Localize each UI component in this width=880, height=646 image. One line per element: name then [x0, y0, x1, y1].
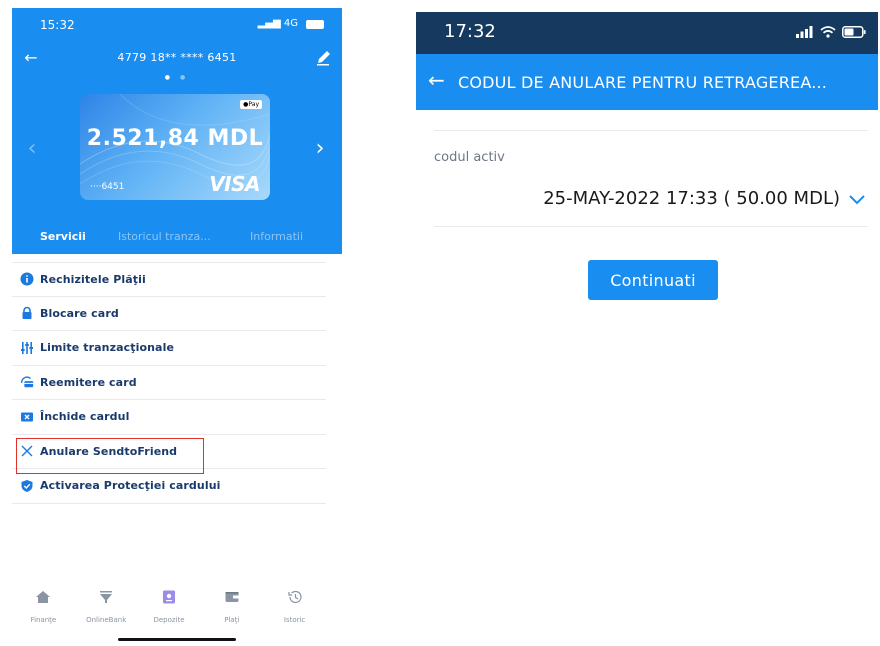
- battery-icon: [842, 26, 866, 38]
- history-icon: [287, 590, 302, 604]
- home-icon: [36, 591, 51, 603]
- menu-item-label: Rechizitele Plăţii: [40, 272, 146, 286]
- active-code-select[interactable]: 25-MAY-2022 17:33 ( 50.00 MDL): [434, 178, 868, 226]
- status-time: 17:32: [444, 21, 496, 42]
- close-box-icon: [20, 410, 34, 424]
- previous-card-chevron-icon[interactable]: ‹: [20, 136, 44, 161]
- nav-finante[interactable]: Finanţe: [15, 590, 71, 630]
- edit-pencil-icon[interactable]: [312, 48, 334, 68]
- tab-informatii[interactable]: Informatii: [250, 230, 303, 243]
- selected-code-value: 25-MAY-2022 17:33 ( 50.00 MDL): [543, 188, 840, 209]
- sliders-icon: [20, 341, 34, 355]
- nav-label: Finanţe: [30, 616, 57, 624]
- highlight-box: [16, 438, 204, 474]
- page-title: CODUL DE ANULARE PENTRU RETRAGEREA...: [458, 73, 828, 92]
- lock-icon: [20, 306, 34, 320]
- bank-card[interactable]: ●Pay 2.521,84 MDL ····6451 VISA: [80, 94, 270, 200]
- menu-item-activarea-protectiei[interactable]: Activarea Protecţiei cardului: [12, 469, 326, 504]
- signal-icon: [796, 26, 813, 38]
- network-label: 4G: [283, 18, 298, 29]
- shield-check-icon: [20, 479, 34, 493]
- status-bar: 17:32: [416, 12, 878, 54]
- visa-logo: VISA: [209, 172, 260, 196]
- card-header-panel: 15:32 ▂▄▆ 4G ← 4779 18** **** 6451 ● ● ‹…: [12, 8, 342, 254]
- deposit-icon: [162, 590, 175, 604]
- menu-item-blocare-card[interactable]: Blocare card: [12, 297, 326, 331]
- right-phone-screen: 17:32 ← CODUL DE ANULARE PENTRU RETRAGER…: [416, 12, 878, 312]
- continue-button[interactable]: Continuati: [588, 260, 718, 300]
- menu-item-label: Reemitere card: [40, 375, 137, 389]
- active-code-label: codul activ: [434, 150, 505, 165]
- menu-item-reemitere-card[interactable]: Reemitere card: [12, 366, 326, 400]
- nav-depozite[interactable]: Depozite: [141, 590, 197, 630]
- menu-item-inchide-cardul[interactable]: Închide cardul: [12, 400, 326, 435]
- carousel-dots: ● ●: [164, 74, 190, 81]
- card-last-digits: ····6451: [90, 182, 125, 192]
- status-bar: 15:32 ▂▄▆ 4G: [40, 18, 324, 34]
- nav-label: Plaţi: [224, 616, 240, 624]
- back-arrow-icon[interactable]: ←: [428, 68, 450, 92]
- next-card-chevron-icon[interactable]: ›: [308, 136, 332, 161]
- card-tabs: Servicii Istoricul tranza... Informatii: [12, 230, 342, 250]
- tab-istoricul-tranzactiilor[interactable]: Istoricul tranza...: [118, 230, 211, 243]
- home-indicator: [118, 638, 236, 641]
- menu-item-label: Închide cardul: [40, 410, 130, 424]
- battery-icon: [306, 20, 324, 29]
- left-phone-screen: 15:32 ▂▄▆ 4G ← 4779 18** **** 6451 ● ● ‹…: [12, 8, 342, 641]
- wifi-icon: [820, 26, 836, 38]
- funnel-icon: [100, 591, 113, 603]
- status-icons: [796, 24, 866, 40]
- nav-plati[interactable]: Plaţi: [204, 590, 260, 630]
- menu-item-label: Activarea Protecţiei cardului: [40, 479, 221, 493]
- card-header: ← 4779 18** **** 6451: [12, 48, 342, 70]
- bottom-navigation: Finanţe OnlineBank Depozite Plaţi Istori…: [12, 590, 326, 630]
- menu-item-label: Blocare card: [40, 306, 119, 320]
- nav-onlinebank[interactable]: OnlineBank: [78, 590, 134, 630]
- wallet-badge-label: Pay: [248, 101, 259, 108]
- divider: [434, 130, 868, 131]
- card-number: 4779 18** **** 6451: [117, 51, 237, 64]
- nav-label: Depozite: [153, 616, 185, 624]
- menu-item-rechizitele-platii[interactable]: Rechizitele Plăţii: [12, 262, 326, 297]
- network-indicator: ▂▄▆ 4G: [258, 18, 298, 29]
- tab-servicii[interactable]: Servicii: [40, 230, 86, 243]
- card-reissue-icon: [20, 375, 34, 389]
- apple-pay-badge: ●Pay: [240, 100, 262, 109]
- nav-label: Istoric: [283, 616, 306, 624]
- app-bar: ← CODUL DE ANULARE PENTRU RETRAGEREA...: [416, 54, 878, 110]
- chevron-down-icon: [849, 195, 865, 205]
- nav-label: OnlineBank: [86, 616, 127, 624]
- info-icon: [20, 272, 34, 286]
- card-balance: 2.521,84 MDL: [86, 126, 264, 151]
- menu-item-limite-tranzactionale[interactable]: Limite tranzacţionale: [12, 331, 326, 366]
- nav-istoric[interactable]: Istoric: [267, 590, 323, 630]
- menu-item-label: Limite tranzacţionale: [40, 341, 175, 355]
- wallet-icon: [225, 592, 239, 602]
- status-time: 15:32: [40, 18, 75, 32]
- divider: [434, 226, 868, 227]
- signal-icon: ▂▄▆: [257, 18, 281, 29]
